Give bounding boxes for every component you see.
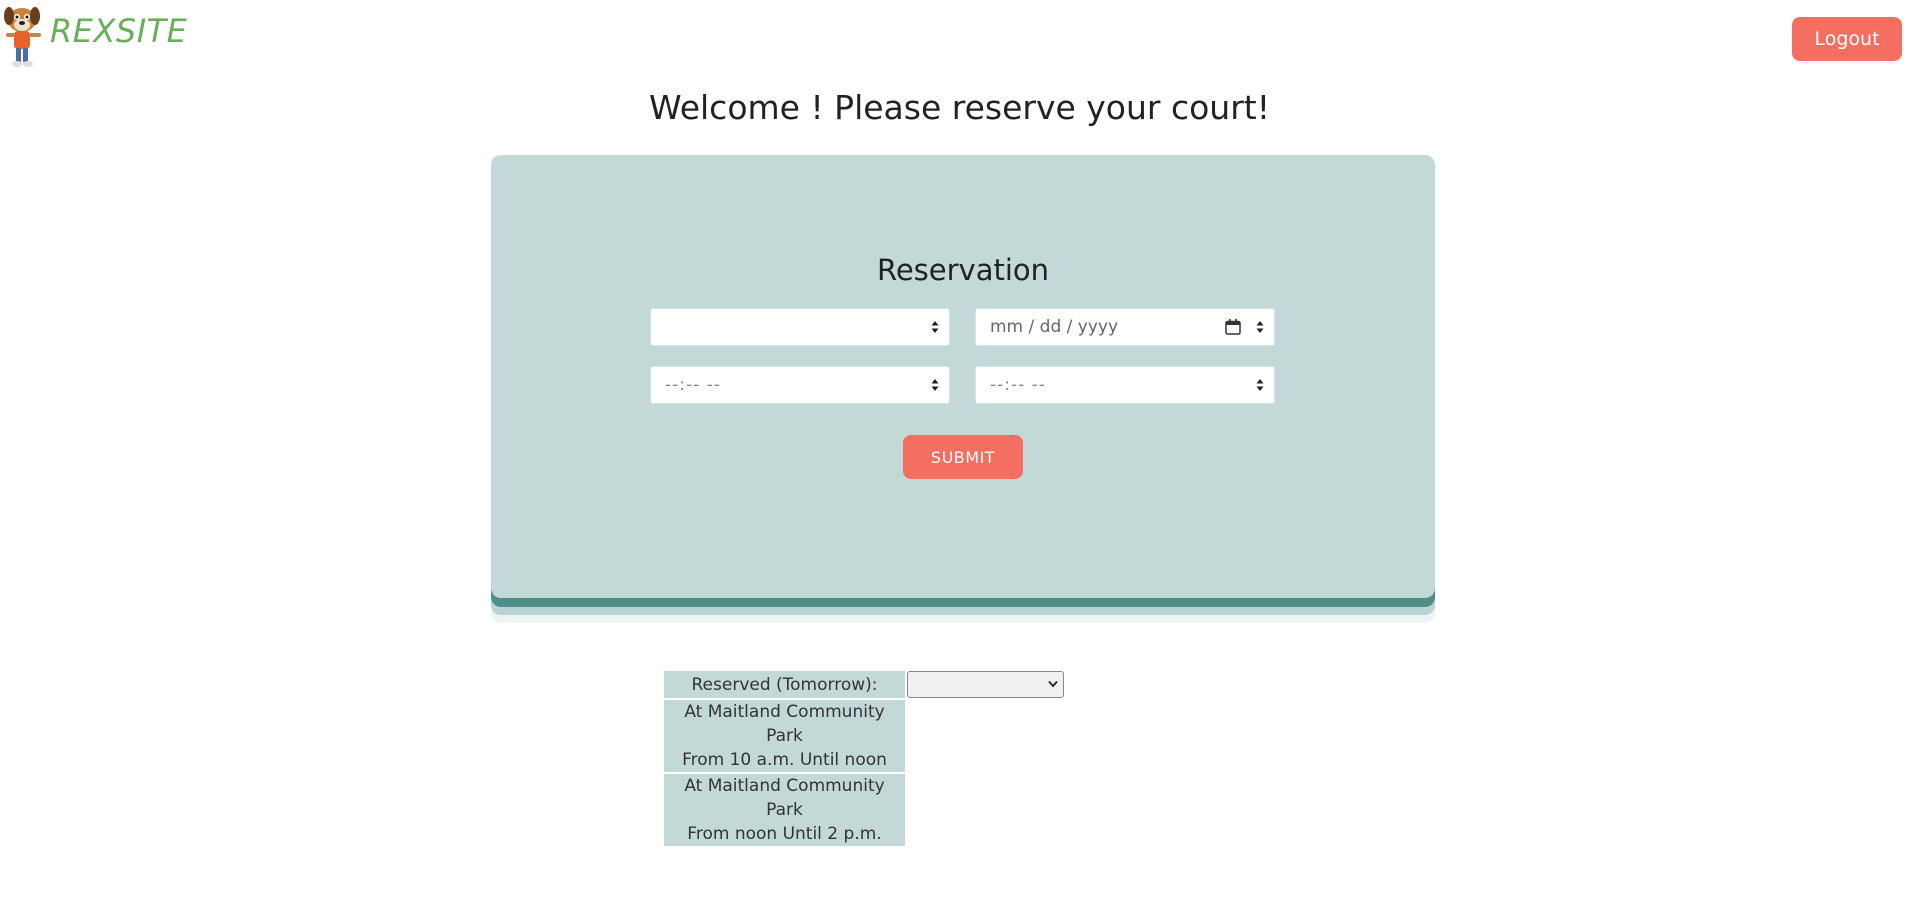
end-time-placeholder: --:-- -- bbox=[990, 375, 1046, 395]
end-time-input[interactable]: --:-- -- bbox=[975, 366, 1275, 404]
spinner-arrows-icon[interactable] bbox=[931, 378, 939, 392]
page-title: Welcome ! Please reserve your court! bbox=[649, 88, 1270, 127]
reservation-location: At Maitland Community Park bbox=[684, 776, 885, 820]
spinner-arrows-icon[interactable] bbox=[1256, 378, 1264, 392]
reservation-time: From noon Until 2 p.m. bbox=[687, 824, 882, 844]
spinner-arrows-icon[interactable] bbox=[1256, 320, 1264, 334]
table-row: At Maitland Community Park From 10 a.m. … bbox=[664, 700, 1064, 772]
brand-name: REXSITE bbox=[50, 12, 188, 50]
start-time-input[interactable]: --:-- -- bbox=[650, 366, 950, 404]
spinner-arrows-icon bbox=[931, 321, 939, 333]
reservation-time: From 10 a.m. Until noon bbox=[682, 750, 887, 770]
table-row: Reserved (Tomorrow): bbox=[664, 671, 1064, 698]
reserved-header: Reserved (Tomorrow): bbox=[664, 671, 905, 698]
empty-cell bbox=[907, 700, 1064, 772]
reservation-entry: At Maitland Community Park From noon Unt… bbox=[664, 774, 905, 846]
reservation-entry: At Maitland Community Park From 10 a.m. … bbox=[664, 700, 905, 772]
reserved-table: Reserved (Tomorrow): At Maitland Communi… bbox=[662, 669, 1066, 848]
reservation-form: Reservation mm / dd / yyyy --:-- -- --:-… bbox=[491, 155, 1435, 598]
reserved-filter-select[interactable] bbox=[907, 671, 1064, 698]
table-row: At Maitland Community Park From noon Unt… bbox=[664, 774, 1064, 846]
chevron-down-icon bbox=[1048, 680, 1058, 688]
submit-button[interactable]: SUBMIT bbox=[903, 435, 1023, 479]
mascot-logo-icon bbox=[4, 7, 41, 67]
start-time-placeholder: --:-- -- bbox=[665, 375, 721, 395]
court-select[interactable] bbox=[650, 308, 950, 346]
brand[interactable]: REXSITE bbox=[0, 0, 187, 72]
reserved-filter-cell bbox=[907, 671, 1064, 698]
reservation-title: Reservation bbox=[876, 253, 1050, 287]
date-placeholder: mm / dd / yyyy bbox=[990, 317, 1119, 337]
reservation-location: At Maitland Community Park bbox=[684, 702, 885, 746]
logout-button[interactable]: Logout bbox=[1792, 17, 1902, 61]
date-input[interactable]: mm / dd / yyyy bbox=[975, 308, 1275, 346]
calendar-icon[interactable] bbox=[1224, 318, 1242, 336]
empty-cell bbox=[907, 774, 1064, 846]
reservation-card: Reservation mm / dd / yyyy --:-- -- --:-… bbox=[491, 155, 1435, 625]
page: REXSITE Logout Welcome ! Please reserve … bbox=[0, 0, 1919, 916]
